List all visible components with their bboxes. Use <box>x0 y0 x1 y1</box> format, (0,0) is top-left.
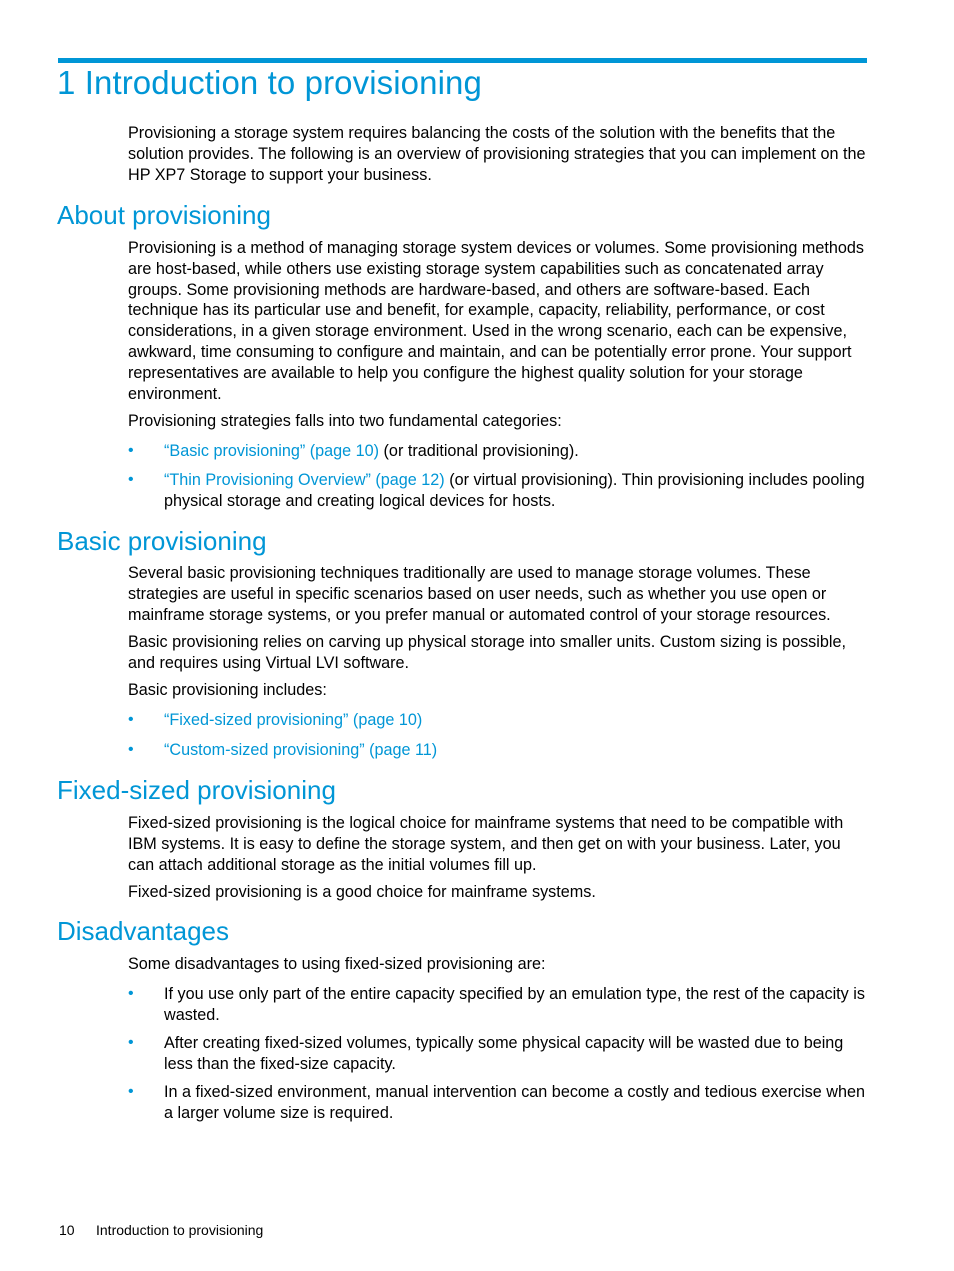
heading-disadvantages: Disadvantages <box>57 916 229 946</box>
fixed-paragraph-1: Fixed-sized provisioning is the logical … <box>128 814 844 874</box>
link-custom-sized-provisioning[interactable]: “Custom-sized provisioning” (page 11) <box>164 741 437 759</box>
list-item: • “Fixed-sized provisioning” (page 10) <box>128 710 870 731</box>
list-item: • “Custom-sized provisioning” (page 11) <box>128 740 870 761</box>
list-item-text: (or traditional provisioning). <box>379 442 579 460</box>
basic-paragraph-2: Basic provisioning relies on carving up … <box>128 633 846 672</box>
list-item: • “Basic provisioning” (page 10) (or tra… <box>128 441 870 462</box>
list-item: • If you use only part of the entire cap… <box>128 984 870 1026</box>
chapter-title: 1 Introduction to provisioning <box>57 64 482 101</box>
bullet-icon: • <box>128 741 134 758</box>
disadvantages-paragraph-1: Some disadvantages to using fixed-sized … <box>128 955 546 973</box>
chapter-top-rule <box>58 58 867 63</box>
link-basic-provisioning[interactable]: “Basic provisioning” (page 10) <box>164 442 379 460</box>
chapter-intro: Provisioning a storage system requires b… <box>128 124 866 184</box>
heading-basic-provisioning: Basic provisioning <box>57 526 267 556</box>
bullet-icon: • <box>128 985 134 1002</box>
about-paragraph-1: Provisioning is a method of managing sto… <box>128 239 864 403</box>
list-item-text: In a fixed-sized environment, manual int… <box>164 1083 865 1122</box>
bullet-icon: • <box>128 1083 134 1100</box>
list-item: • After creating fixed-sized volumes, ty… <box>128 1033 870 1075</box>
link-fixed-sized-provisioning[interactable]: “Fixed-sized provisioning” (page 10) <box>164 711 422 729</box>
page-footer: 10 Introduction to provisioning <box>59 1222 263 1238</box>
link-thin-provisioning-overview[interactable]: “Thin Provisioning Overview” (page 12) <box>164 471 445 489</box>
bullet-icon: • <box>128 471 134 488</box>
footer-chapter-title: Introduction to provisioning <box>96 1222 264 1238</box>
bullet-icon: • <box>128 1034 134 1051</box>
about-paragraph-2: Provisioning strategies falls into two f… <box>128 412 562 430</box>
heading-about-provisioning: About provisioning <box>57 200 271 230</box>
fixed-paragraph-2: Fixed-sized provisioning is a good choic… <box>128 883 596 901</box>
list-item: • “Thin Provisioning Overview” (page 12)… <box>128 470 870 512</box>
heading-fixed-sized-provisioning: Fixed-sized provisioning <box>57 775 336 805</box>
page-number: 10 <box>59 1222 75 1238</box>
basic-paragraph-1: Several basic provisioning techniques tr… <box>128 564 831 624</box>
basic-paragraph-3: Basic provisioning includes: <box>128 681 327 699</box>
list-item: • In a fixed-sized environment, manual i… <box>128 1082 870 1124</box>
bullet-icon: • <box>128 711 134 728</box>
bullet-icon: • <box>128 442 134 459</box>
list-item-text: If you use only part of the entire capac… <box>164 985 865 1024</box>
list-item-text: After creating fixed-sized volumes, typi… <box>164 1034 844 1073</box>
